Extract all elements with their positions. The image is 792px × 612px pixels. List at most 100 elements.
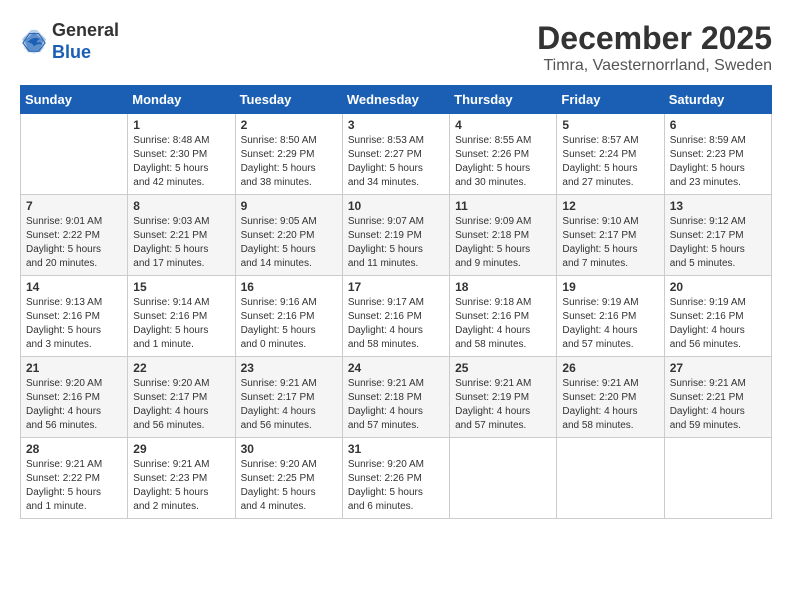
cell-info: Sunrise: 8:53 AM Sunset: 2:27 PM Dayligh… (348, 134, 444, 190)
logo-text: General Blue (52, 20, 119, 63)
calendar-cell: 25 Sunrise: 9:21 AM Sunset: 2:19 PM Dayli… (450, 357, 557, 438)
calendar-cell (557, 438, 664, 519)
day-number: 9 (241, 199, 337, 213)
calendar-cell: 30 Sunrise: 9:20 AM Sunset: 2:25 PM Dayli… (235, 438, 342, 519)
day-number: 13 (670, 199, 766, 213)
calendar-cell: 19Sunrise: 9:19 AM Sunset: 2:16 PM Dayli… (557, 276, 664, 357)
calendar-cell: 27 Sunrise: 9:21 AM Sunset: 2:21 PM Dayli… (664, 357, 771, 438)
day-number: 8 (133, 199, 229, 213)
cell-info: Sunrise: 9:21 AM Sunset: 2:18 PM Dayligh… (348, 377, 444, 433)
day-number: 20 (670, 280, 766, 294)
header-cell-wednesday: Wednesday (342, 86, 449, 114)
header-cell-saturday: Saturday (664, 86, 771, 114)
day-number: 15 (133, 280, 229, 294)
day-number: 23 (241, 361, 337, 375)
day-number: 25 (455, 361, 551, 375)
calendar-cell: 22 Sunrise: 9:20 AM Sunset: 2:17 PM Dayli… (128, 357, 235, 438)
calendar-cell: 6 Sunrise: 8:59 AM Sunset: 2:23 PM Daylig… (664, 114, 771, 195)
calendar-cell: 24 Sunrise: 9:21 AM Sunset: 2:18 PM Dayli… (342, 357, 449, 438)
cell-info: Sunrise: 9:20 AM Sunset: 2:26 PM Dayligh… (348, 458, 444, 514)
cell-info: Sunrise: 9:21 AM Sunset: 2:22 PM Dayligh… (26, 458, 122, 514)
calendar-cell (664, 438, 771, 519)
cell-info: Sunrise: 8:55 AM Sunset: 2:26 PM Dayligh… (455, 134, 551, 190)
calendar-cell (21, 114, 128, 195)
calendar-cell: 31Sunrise: 9:20 AM Sunset: 2:26 PM Dayli… (342, 438, 449, 519)
calendar-cell: 15 Sunrise: 9:14 AM Sunset: 2:16 PM Dayli… (128, 276, 235, 357)
cell-info: Sunrise: 9:16 AM Sunset: 2:16 PM Dayligh… (241, 296, 337, 352)
week-row-3: 14Sunrise: 9:13 AM Sunset: 2:16 PM Dayli… (21, 276, 772, 357)
calendar-cell: 16 Sunrise: 9:16 AM Sunset: 2:16 PM Dayli… (235, 276, 342, 357)
calendar-cell: 7 Sunrise: 9:01 AM Sunset: 2:22 PM Daylig… (21, 195, 128, 276)
cell-info: Sunrise: 8:50 AM Sunset: 2:29 PM Dayligh… (241, 134, 337, 190)
cell-info: Sunrise: 9:21 AM Sunset: 2:17 PM Dayligh… (241, 377, 337, 433)
day-number: 22 (133, 361, 229, 375)
cell-info: Sunrise: 9:09 AM Sunset: 2:18 PM Dayligh… (455, 215, 551, 271)
week-row-4: 21 Sunrise: 9:20 AM Sunset: 2:16 PM Dayli… (21, 357, 772, 438)
cell-info: Sunrise: 8:59 AM Sunset: 2:23 PM Dayligh… (670, 134, 766, 190)
calendar-cell (450, 438, 557, 519)
header-cell-monday: Monday (128, 86, 235, 114)
cell-info: Sunrise: 9:07 AM Sunset: 2:19 PM Dayligh… (348, 215, 444, 271)
day-number: 24 (348, 361, 444, 375)
calendar-table: SundayMondayTuesdayWednesdayThursdayFrid… (20, 85, 772, 519)
cell-info: Sunrise: 9:21 AM Sunset: 2:23 PM Dayligh… (133, 458, 229, 514)
day-number: 5 (562, 118, 658, 132)
calendar-cell: 26 Sunrise: 9:21 AM Sunset: 2:20 PM Dayli… (557, 357, 664, 438)
cell-info: Sunrise: 9:17 AM Sunset: 2:16 PM Dayligh… (348, 296, 444, 352)
calendar-cell: 13 Sunrise: 9:12 AM Sunset: 2:17 PM Dayli… (664, 195, 771, 276)
day-number: 6 (670, 118, 766, 132)
calendar-cell: 1 Sunrise: 8:48 AM Sunset: 2:30 PM Daylig… (128, 114, 235, 195)
cell-info: Sunrise: 9:21 AM Sunset: 2:19 PM Dayligh… (455, 377, 551, 433)
cell-info: Sunrise: 8:48 AM Sunset: 2:30 PM Dayligh… (133, 134, 229, 190)
calendar-cell: 17Sunrise: 9:17 AM Sunset: 2:16 PM Dayli… (342, 276, 449, 357)
day-number: 29 (133, 442, 229, 456)
cell-info: Sunrise: 9:21 AM Sunset: 2:20 PM Dayligh… (562, 377, 658, 433)
day-number: 12 (562, 199, 658, 213)
logo-general-text: General (52, 20, 119, 40)
cell-info: Sunrise: 9:19 AM Sunset: 2:16 PM Dayligh… (562, 296, 658, 352)
day-number: 26 (562, 361, 658, 375)
cell-info: Sunrise: 9:13 AM Sunset: 2:16 PM Dayligh… (26, 296, 122, 352)
cell-info: Sunrise: 9:18 AM Sunset: 2:16 PM Dayligh… (455, 296, 551, 352)
calendar-cell: 12 Sunrise: 9:10 AM Sunset: 2:17 PM Dayli… (557, 195, 664, 276)
day-number: 27 (670, 361, 766, 375)
day-number: 18 (455, 280, 551, 294)
cell-info: Sunrise: 9:03 AM Sunset: 2:21 PM Dayligh… (133, 215, 229, 271)
logo: General Blue (20, 20, 119, 63)
day-number: 16 (241, 280, 337, 294)
calendar-cell: 4 Sunrise: 8:55 AM Sunset: 2:26 PM Daylig… (450, 114, 557, 195)
subtitle: Timra, Vaesternorrland, Sweden (537, 57, 772, 75)
day-number: 4 (455, 118, 551, 132)
week-row-5: 28 Sunrise: 9:21 AM Sunset: 2:22 PM Dayli… (21, 438, 772, 519)
calendar-cell: 8 Sunrise: 9:03 AM Sunset: 2:21 PM Daylig… (128, 195, 235, 276)
calendar-cell: 9 Sunrise: 9:05 AM Sunset: 2:20 PM Daylig… (235, 195, 342, 276)
cell-info: Sunrise: 9:20 AM Sunset: 2:16 PM Dayligh… (26, 377, 122, 433)
page: General Blue December 2025 Timra, Vaeste… (0, 0, 792, 612)
header-cell-sunday: Sunday (21, 86, 128, 114)
cell-info: Sunrise: 9:14 AM Sunset: 2:16 PM Dayligh… (133, 296, 229, 352)
day-number: 1 (133, 118, 229, 132)
calendar-cell: 18 Sunrise: 9:18 AM Sunset: 2:16 PM Dayli… (450, 276, 557, 357)
cell-info: Sunrise: 9:21 AM Sunset: 2:21 PM Dayligh… (670, 377, 766, 433)
header-cell-friday: Friday (557, 86, 664, 114)
cell-info: Sunrise: 9:10 AM Sunset: 2:17 PM Dayligh… (562, 215, 658, 271)
day-number: 30 (241, 442, 337, 456)
calendar-cell: 28 Sunrise: 9:21 AM Sunset: 2:22 PM Dayli… (21, 438, 128, 519)
day-number: 21 (26, 361, 122, 375)
header-row: SundayMondayTuesdayWednesdayThursdayFrid… (21, 86, 772, 114)
calendar-cell: 23 Sunrise: 9:21 AM Sunset: 2:17 PM Dayli… (235, 357, 342, 438)
day-number: 3 (348, 118, 444, 132)
cell-info: Sunrise: 9:01 AM Sunset: 2:22 PM Dayligh… (26, 215, 122, 271)
cell-info: Sunrise: 9:20 AM Sunset: 2:25 PM Dayligh… (241, 458, 337, 514)
cell-info: Sunrise: 9:12 AM Sunset: 2:17 PM Dayligh… (670, 215, 766, 271)
calendar-cell: 14Sunrise: 9:13 AM Sunset: 2:16 PM Dayli… (21, 276, 128, 357)
day-number: 28 (26, 442, 122, 456)
header-cell-thursday: Thursday (450, 86, 557, 114)
cell-info: Sunrise: 9:05 AM Sunset: 2:20 PM Dayligh… (241, 215, 337, 271)
cell-info: Sunrise: 8:57 AM Sunset: 2:24 PM Dayligh… (562, 134, 658, 190)
cell-info: Sunrise: 9:20 AM Sunset: 2:17 PM Dayligh… (133, 377, 229, 433)
calendar-cell: 3 Sunrise: 8:53 AM Sunset: 2:27 PM Daylig… (342, 114, 449, 195)
day-number: 7 (26, 199, 122, 213)
calendar-cell: 11Sunrise: 9:09 AM Sunset: 2:18 PM Dayli… (450, 195, 557, 276)
week-row-2: 7 Sunrise: 9:01 AM Sunset: 2:22 PM Daylig… (21, 195, 772, 276)
